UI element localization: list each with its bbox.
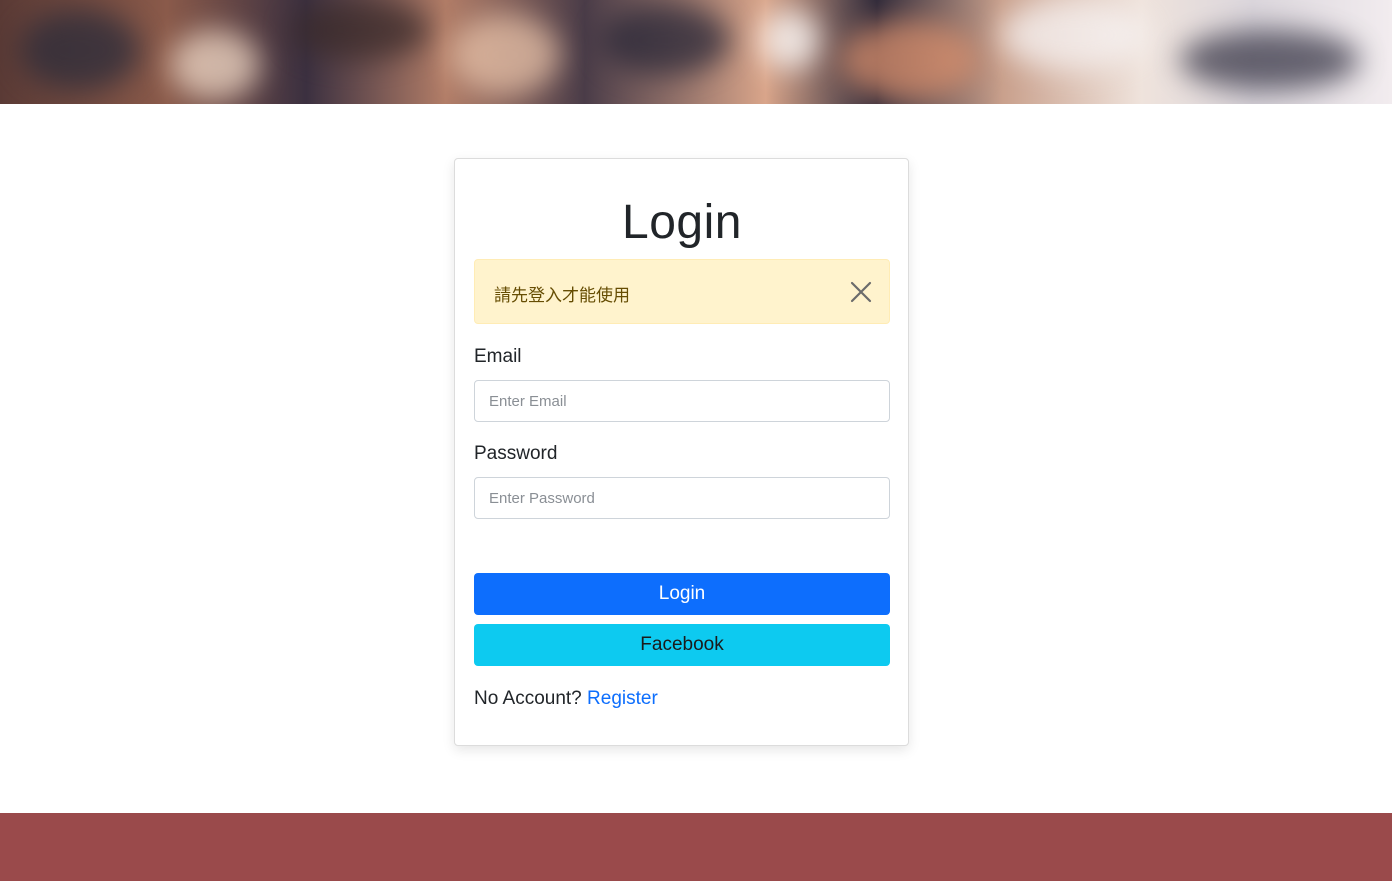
close-icon[interactable] [849,280,873,304]
password-label: Password [474,443,558,464]
login-button[interactable]: Login [474,573,890,615]
login-card: Login 請先登入才能使用 Email Password Login Face… [454,158,909,746]
hero-banner-image [0,0,1392,104]
facebook-button[interactable]: Facebook [474,624,890,666]
password-field[interactable] [474,477,890,519]
footer-bar [0,813,1392,881]
email-label: Email [474,346,522,367]
alert-message: 請先登入才能使用 [494,286,630,305]
no-account-text: No Account? [474,688,582,709]
register-link[interactable]: Register [587,688,658,709]
page-title: Login [622,196,742,249]
warning-alert: 請先登入才能使用 [474,259,890,324]
email-field[interactable] [474,380,890,422]
no-account-row: No Account? Register [474,688,890,710]
